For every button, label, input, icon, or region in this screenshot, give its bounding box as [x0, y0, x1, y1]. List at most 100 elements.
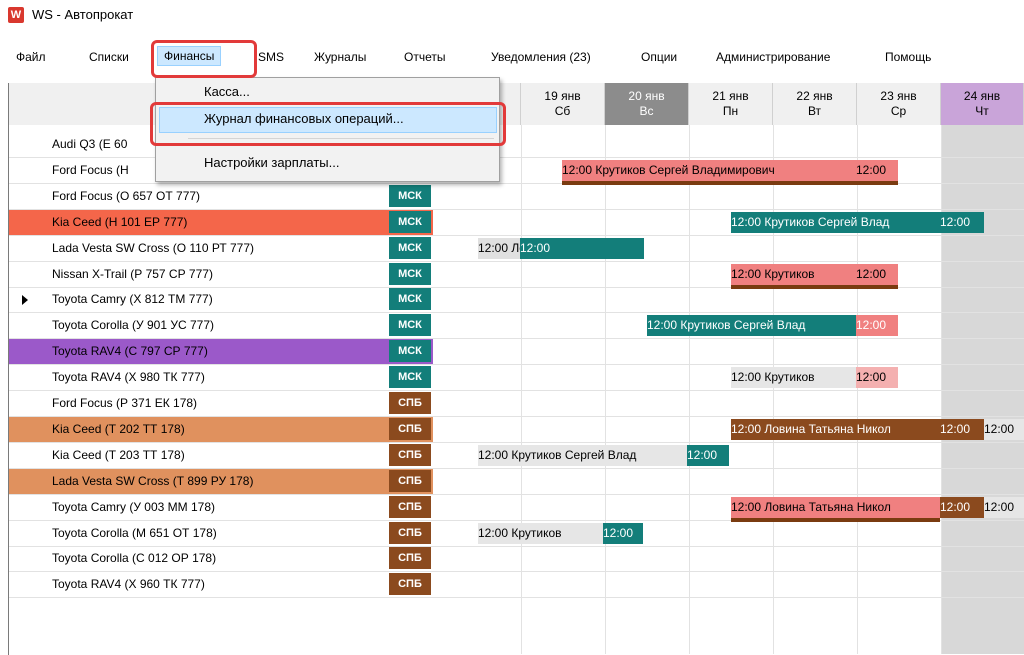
booking-bar[interactable]: 12:00: [940, 419, 984, 440]
car-name[interactable]: Nissan X-Trail (Р 757 СР 777): [52, 262, 213, 287]
menu-sms[interactable]: SMS: [258, 50, 284, 64]
booking-bar[interactable]: 12:00: [856, 264, 898, 289]
car-name[interactable]: Toyota Corolla (М 651 ОТ 178): [52, 521, 217, 546]
booking-bar[interactable]: 12:00 Крутиков Сергей Влад: [478, 445, 687, 466]
booking-bar[interactable]: 12:00: [940, 497, 984, 518]
menu-reports[interactable]: Отчеты: [404, 50, 445, 64]
city-badge: МСК: [389, 340, 431, 362]
grid-line: [433, 312, 1024, 313]
grid-line: [433, 235, 1024, 236]
booking-bar[interactable]: 12:00: [940, 212, 984, 233]
booking-bar[interactable]: 12:00 Ловина Татьяна Никол: [731, 419, 940, 440]
booking-bar[interactable]: 12:00: [984, 419, 1024, 440]
booking-bar[interactable]: 12:00 Крутиков: [731, 264, 856, 289]
car-name[interactable]: Kia Ceed (Т 202 ТТ 178): [52, 417, 185, 442]
grid-line: [433, 442, 1024, 443]
day-date: 20 янв: [628, 89, 665, 103]
booking-bar[interactable]: 12:00: [603, 523, 643, 544]
menu-notifications[interactable]: Уведомления (23): [491, 50, 591, 64]
day-weekday: Ср: [890, 104, 907, 118]
city-badge: СПБ: [389, 444, 431, 466]
grid-line: [433, 390, 1024, 391]
grid-line: [433, 571, 1024, 572]
day-weekday: Пн: [722, 104, 739, 118]
city-badge: СПБ: [389, 392, 431, 414]
grid-line: [433, 494, 1024, 495]
day-date: 24 янв: [963, 89, 1001, 103]
car-name[interactable]: Toyota Corolla (У 901 УС 777): [52, 313, 214, 338]
booking-bar[interactable]: [604, 238, 644, 259]
menu-item-cash[interactable]: Касса...: [204, 84, 250, 99]
day-weekday: Сб: [554, 104, 571, 118]
city-badge: СПБ: [389, 470, 431, 492]
menu-administration[interactable]: Администрирование: [716, 50, 830, 64]
booking-bar[interactable]: 12:00 Ловина Татьяна Никол: [731, 497, 940, 522]
menu-item-salary-settings[interactable]: Настройки зарплаты...: [204, 155, 339, 170]
day-header-24: 24 янв Чт: [941, 83, 1024, 125]
city-badge: МСК: [389, 263, 431, 285]
city-badge: МСК: [389, 237, 431, 259]
city-badge: СПБ: [389, 496, 431, 518]
car-name[interactable]: Toyota RAV4 (Х 960 ТК 777): [52, 572, 205, 597]
car-name[interactable]: Toyota Camry (У 003 ММ 178): [52, 495, 215, 520]
car-name[interactable]: Ford Focus (Н: [52, 158, 129, 183]
menu-finance[interactable]: Финансы: [156, 46, 222, 66]
grid-line: [433, 364, 1024, 365]
booking-bar[interactable]: 12:00 Крутиков Сергей Владимирович: [562, 160, 856, 185]
booking-bar[interactable]: 12:00: [984, 497, 1024, 518]
grid-line: [433, 416, 1024, 417]
car-name[interactable]: Ford Focus (О 657 ОТ 777): [52, 184, 200, 209]
menu-lists[interactable]: Списки: [89, 50, 129, 64]
car-name[interactable]: Toyota Corolla (С 012 ОР 178): [52, 546, 216, 571]
grid-line: [433, 261, 1024, 262]
car-name[interactable]: Lada Vesta SW Cross (Т 899 РУ 178): [52, 469, 253, 494]
city-badge: СПБ: [389, 573, 431, 595]
menu-help[interactable]: Помощь: [885, 50, 931, 64]
day-header-20: 20 янв Вс: [605, 83, 689, 125]
booking-bar[interactable]: 12:00 Крутиков Сергей Влад: [731, 212, 940, 233]
day-date: 22 янв: [796, 89, 833, 103]
car-name[interactable]: Kia Ceed (Т 203 ТТ 178): [52, 443, 185, 468]
day-header-22: 22 янв Вт: [773, 83, 857, 125]
app-logo-icon: W: [8, 7, 24, 23]
day-header-23: 23 янв Ср: [857, 83, 941, 125]
day-header-21: 21 янв Пн: [689, 83, 773, 125]
grid-line: [433, 287, 1024, 288]
menu-journals[interactable]: Журналы: [314, 50, 366, 64]
car-name[interactable]: Kia Ceed (Н 101 ЕР 777): [52, 210, 187, 235]
finance-dropdown-menu: Касса... Журнал финансовых операций... Н…: [155, 77, 500, 182]
menu-item-financial-journal[interactable]: Журнал финансовых операций...: [204, 111, 404, 126]
city-badge: МСК: [389, 366, 431, 388]
booking-bar[interactable]: 12:00: [856, 160, 898, 185]
booking-bar[interactable]: 12:00 Крутиков: [731, 367, 856, 388]
car-name[interactable]: Toyota Camry (Х 812 ТМ 777): [52, 287, 213, 312]
city-badge: МСК: [389, 211, 431, 233]
booking-bar[interactable]: 12:00 Крутиков Сергей Влад: [647, 315, 856, 336]
menu-file[interactable]: Файл: [16, 50, 46, 64]
car-name[interactable]: Toyota RAV4 (Х 980 ТК 777): [52, 365, 205, 390]
day-header-19: 19 янв Сб: [521, 83, 605, 125]
car-name[interactable]: Audi Q3 (Е 60: [52, 132, 127, 157]
menu-options[interactable]: Опции: [641, 50, 677, 64]
city-badge: СПБ: [389, 522, 431, 544]
window-title: WS - Автопрокат: [32, 7, 134, 22]
day-weekday: Вт: [807, 104, 822, 118]
day-date: 19 янв: [544, 89, 581, 103]
booking-bar[interactable]: 12:00: [856, 315, 898, 336]
menu-separator: [188, 138, 494, 139]
city-badge: МСК: [389, 288, 431, 310]
city-badge: МСК: [389, 314, 431, 336]
booking-bar[interactable]: 12:00 Крутиков: [478, 523, 603, 544]
booking-bar[interactable]: 12:00: [856, 367, 898, 388]
city-badge: СПБ: [389, 547, 431, 569]
booking-bar[interactable]: 12:00 Ловина Та: [478, 238, 520, 259]
booking-bar[interactable]: 12:00: [687, 445, 729, 466]
car-name[interactable]: Ford Focus (Р 371 ЕК 178): [52, 391, 197, 416]
grid-line: [433, 546, 1024, 547]
booking-bar[interactable]: 12:00: [520, 238, 604, 259]
title-bar: W WS - Автопрокат: [0, 0, 1024, 30]
car-name[interactable]: Toyota RAV4 (С 797 СР 777): [52, 339, 208, 364]
car-name[interactable]: Lada Vesta SW Cross (О 110 РТ 777): [52, 236, 254, 261]
day-weekday: Вс: [639, 104, 654, 118]
row-divider: [9, 597, 433, 598]
